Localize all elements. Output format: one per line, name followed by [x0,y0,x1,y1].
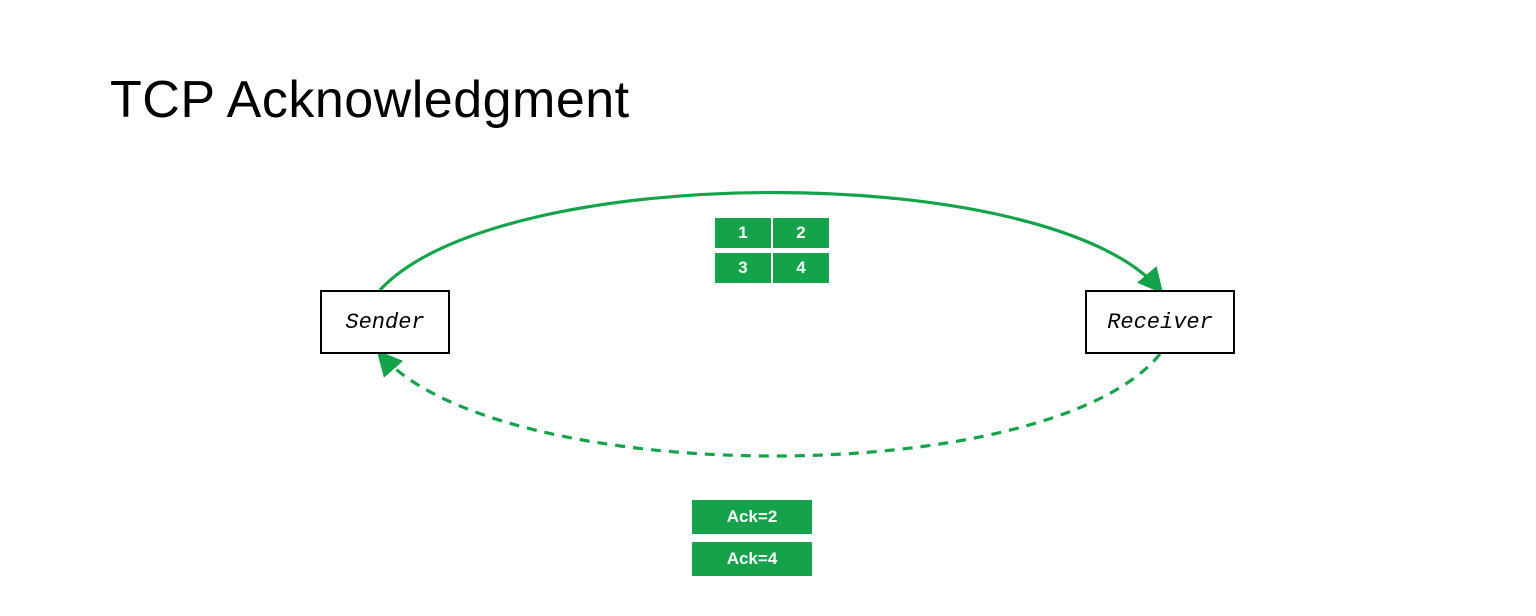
receiver-label: Receiver [1107,310,1213,335]
ack-group: Ack=2 Ack=4 [692,500,812,576]
receiver-node: Receiver [1085,290,1235,354]
sender-node: Sender [320,290,450,354]
packet-row-2: 3 4 [715,253,829,283]
packet-cell: 2 [773,218,829,248]
packet-row-1: 1 2 [715,218,829,248]
packet-cell: 4 [773,253,829,283]
back-arrow [380,354,1160,456]
packet-cell: 1 [715,218,771,248]
packet-group: 1 2 3 4 [715,218,829,283]
diagram-title: TCP Acknowledgment [110,70,630,130]
sender-label: Sender [345,310,424,335]
packet-cell: 3 [715,253,771,283]
ack-cell: Ack=4 [692,542,812,576]
ack-cell: Ack=2 [692,500,812,534]
